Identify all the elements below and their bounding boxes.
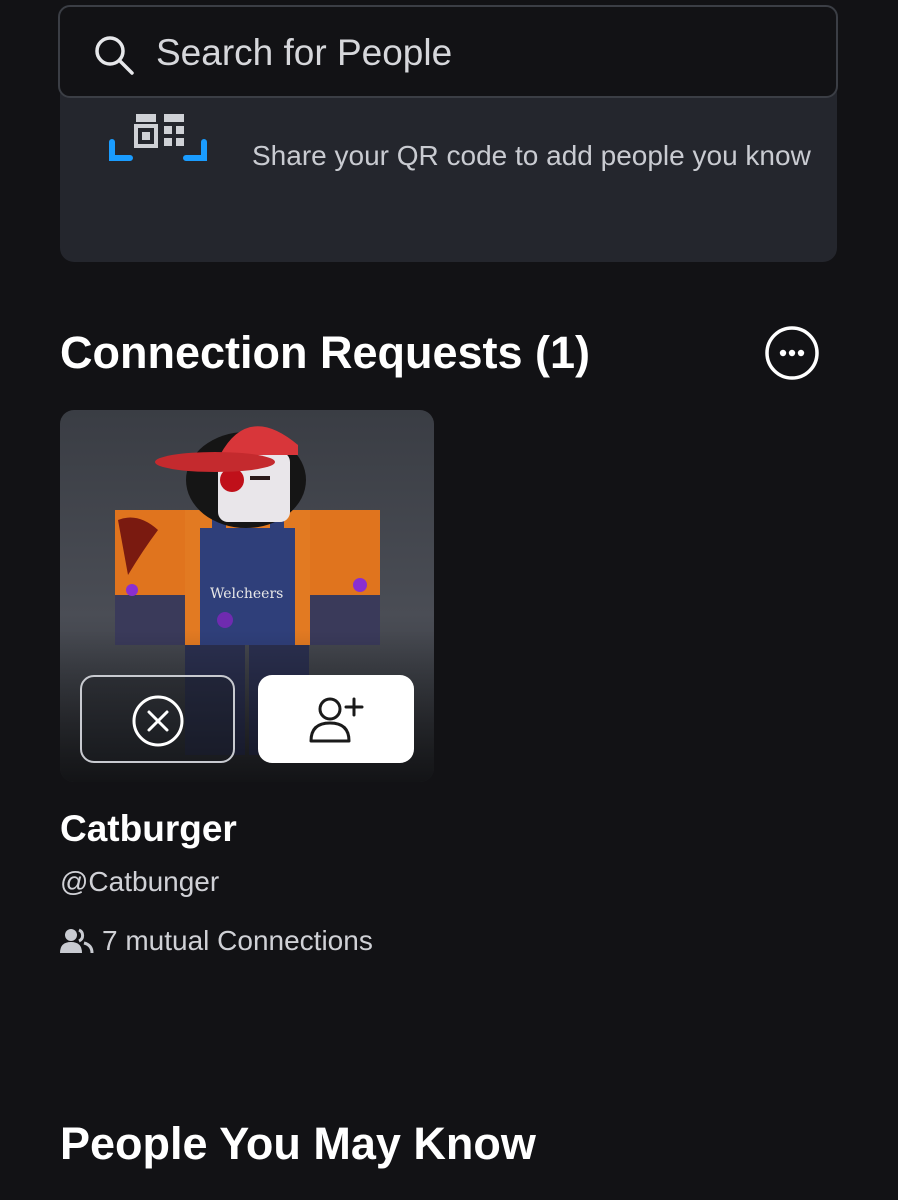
- mutual-connections: 7 mutual Connections: [60, 925, 373, 957]
- add-user-icon: [309, 697, 364, 743]
- request-display-name[interactable]: Catburger: [60, 808, 237, 850]
- qr-card-description: Share your QR code to add people you kno…: [252, 140, 811, 171]
- decline-request-button[interactable]: [80, 675, 235, 763]
- connection-requests-title: Connection Requests (1): [60, 327, 591, 378]
- people-you-may-know-title: People You May Know: [60, 1118, 536, 1169]
- avatar-shirt-text: Welcheers: [210, 586, 283, 602]
- mutual-connections-label: 7 mutual Connections: [102, 925, 373, 956]
- ellipsis-circle-icon[interactable]: [764, 325, 820, 381]
- accept-request-button[interactable]: [258, 675, 414, 763]
- connection-request-card[interactable]: Welcheers: [60, 410, 434, 782]
- x-circle-icon: [132, 695, 184, 747]
- qr-code-icon: [109, 114, 207, 161]
- qr-code-card[interactable]: Share your QR code to add people you kno…: [60, 80, 837, 262]
- search-bar[interactable]: [58, 5, 838, 98]
- people-page: Share your QR code to add people you kno…: [0, 0, 898, 1200]
- search-icon: [95, 36, 134, 75]
- search-input[interactable]: [156, 25, 796, 81]
- people-icon: [60, 928, 94, 954]
- request-username: @Catbunger: [60, 866, 220, 897]
